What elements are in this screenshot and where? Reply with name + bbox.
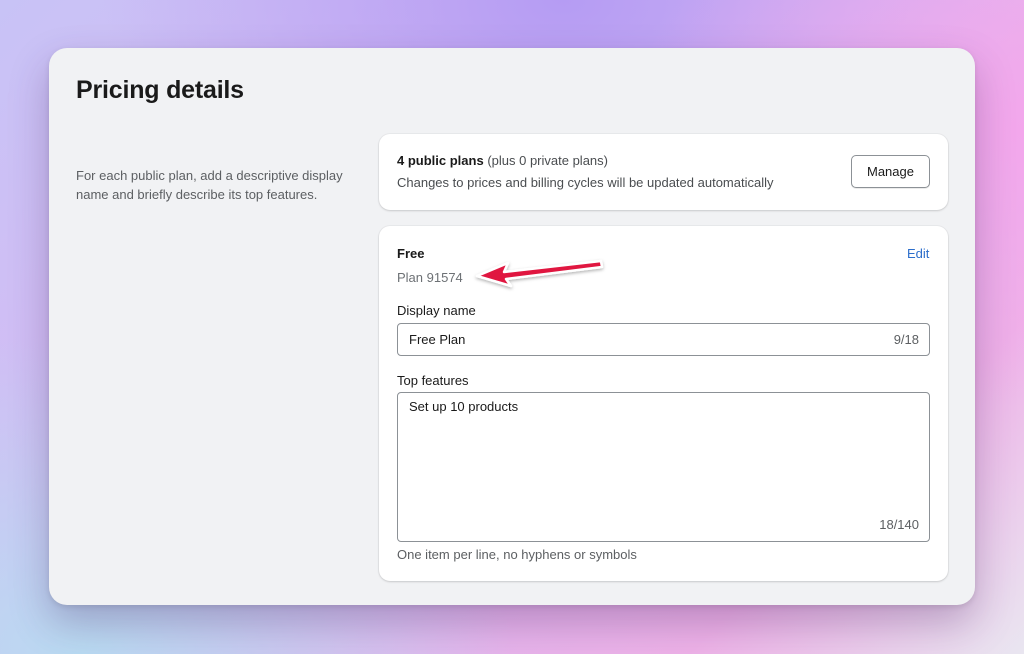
display-name-label: Display name [397,303,476,318]
display-name-char-count: 9/18 [893,332,919,347]
top-features-textarea[interactable]: Set up 10 products [398,393,929,505]
plans-heading: 4 public plans (plus 0 private plans) [397,153,608,168]
plans-note: Changes to prices and billing cycles wil… [397,175,774,190]
private-plans-count: (plus 0 private plans) [487,153,608,168]
edit-link[interactable]: Edit [907,246,929,261]
red-arrow-icon [475,259,604,288]
plan-card: Free Plan 91574 Edit Display name 9/18 T… [379,226,948,581]
display-name-input[interactable] [398,324,879,355]
pricing-window: Pricing details For each public plan, ad… [49,48,975,605]
section-description: For each public plan, add a descriptive … [76,168,343,202]
top-features-label: Top features [397,373,469,388]
top-features-help-text: One item per line, no hyphens or symbols [397,547,637,562]
plans-summary-card: 4 public plans (plus 0 private plans) Ch… [379,134,948,210]
display-name-field[interactable]: 9/18 [397,323,930,356]
top-features-field[interactable]: Set up 10 products 18/140 [397,392,930,542]
plan-name: Free [397,246,425,261]
plan-id: Plan 91574 [397,270,463,285]
page-title: Pricing details [76,76,244,104]
public-plans-count: 4 public plans [397,153,484,168]
manage-button[interactable]: Manage [851,155,930,188]
top-features-char-count: 18/140 [879,517,919,532]
